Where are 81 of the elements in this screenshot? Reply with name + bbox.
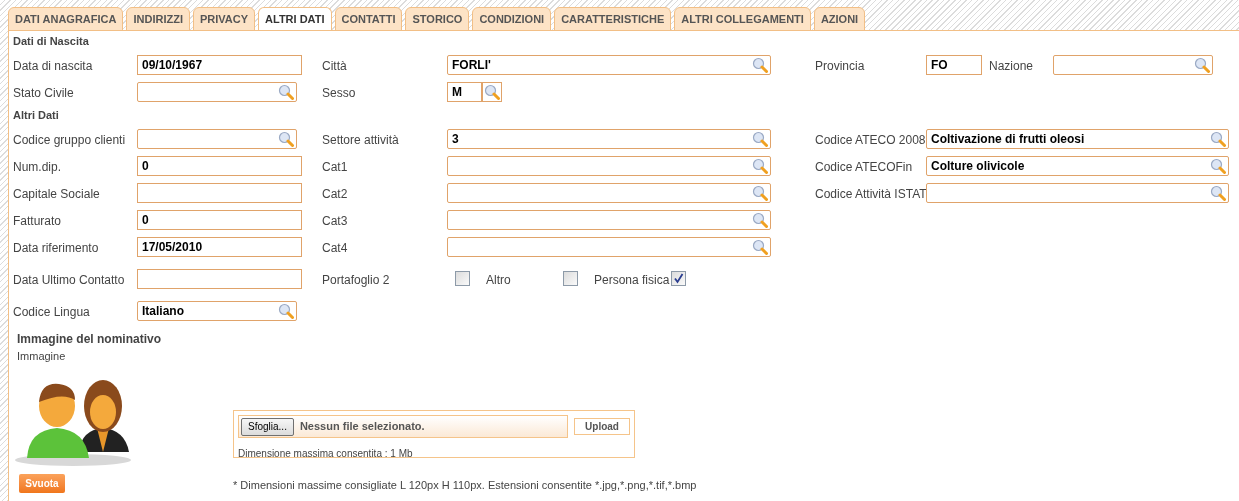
lookup-field[interactable]: Coltivazione di frutti oleosi [926, 128, 1229, 149]
tab[interactable]: ALTRI DATI [258, 7, 332, 31]
upload-button[interactable]: Upload [574, 418, 630, 435]
lookup-field[interactable] [926, 182, 1229, 203]
tab[interactable]: PRIVACY [192, 7, 256, 31]
tab[interactable]: INDIRIZZI [126, 7, 190, 31]
search-icon[interactable] [752, 130, 768, 147]
field-label: Cat2 [322, 186, 348, 201]
input-field[interactable] [137, 268, 302, 289]
input-field[interactable]: 0 [137, 155, 302, 176]
lookup-field[interactable] [1053, 54, 1213, 75]
field-label: Codice Lingua [13, 304, 90, 319]
field-label: Fatturato [13, 213, 62, 228]
tab[interactable]: AZIONI [813, 7, 866, 31]
browse-button[interactable]: Sfoglia... [241, 417, 294, 436]
tab[interactable]: CARATTERISTICHE [554, 7, 672, 31]
field-label: Stato Civile [13, 85, 74, 100]
lookup-field[interactable] [447, 182, 771, 203]
search-icon[interactable] [278, 83, 294, 100]
field-label: Codice Attività ISTAT [815, 186, 927, 201]
search-icon[interactable] [752, 211, 768, 228]
max-size-note: Dimensione massima consentita : 1 Mb [238, 448, 413, 459]
lookup-field[interactable] [447, 236, 771, 257]
dimensions-note: * Dimensioni massime consigliate L 120px H 110px. Estensioni consentite *.jpg,*.png,*.tif,*.bmp [233, 479, 697, 491]
field-label: Sesso [322, 85, 356, 100]
field-label: Data riferimento [13, 240, 99, 255]
input-field[interactable]: 09/10/1967 [137, 54, 302, 75]
field-label: Immagine [17, 348, 66, 364]
tab[interactable]: DATI ANAGRAFICA [8, 7, 124, 31]
section-title: Dati di Nascita [13, 33, 89, 49]
checkbox[interactable] [563, 271, 578, 286]
search-icon[interactable] [752, 56, 768, 73]
input-field[interactable]: M [447, 81, 482, 102]
search-icon[interactable] [1194, 56, 1210, 73]
input-field[interactable]: FO [926, 54, 982, 75]
field-label: Cat1 [322, 159, 348, 174]
search-icon[interactable] [752, 238, 768, 255]
lookup-field[interactable] [137, 81, 297, 102]
lookup-field[interactable]: Italiano [137, 300, 297, 321]
input-field[interactable]: 17/05/2010 [137, 236, 302, 257]
file-field[interactable]: Sfoglia... Nessun file selezionato. [238, 415, 568, 438]
field-label: Cat3 [322, 213, 348, 228]
section-title: Immagine del nominativo [17, 331, 162, 348]
field-label: Settore attività [322, 132, 399, 147]
field-label: Capitale Sociale [13, 186, 100, 201]
search-icon[interactable] [278, 130, 294, 147]
field-label: Nazione [989, 58, 1034, 73]
field-label: Data Ultimo Contatto [13, 272, 125, 287]
tab[interactable]: ALTRI COLLEGAMENTI [674, 7, 811, 31]
input-field[interactable]: 0 [137, 209, 302, 230]
field-label: Data di nascita [13, 58, 93, 73]
lookup-field[interactable] [447, 155, 771, 176]
lookup-field[interactable] [137, 128, 297, 149]
field-label: Cat4 [322, 240, 348, 255]
checkbox-label: Portafoglio 2 [322, 272, 390, 287]
lookup-field[interactable] [447, 209, 771, 230]
checkbox-label: Altro [486, 272, 511, 287]
checkbox-label: Persona fisica [594, 272, 670, 287]
checkbox[interactable] [671, 271, 686, 286]
file-status: Nessun file selezionato. [299, 419, 425, 435]
lookup-field[interactable]: FORLI' [447, 54, 771, 75]
search-icon[interactable] [752, 184, 768, 201]
input-field[interactable] [137, 182, 302, 203]
search-icon[interactable] [752, 157, 768, 174]
section-title: Altri Dati [13, 107, 59, 123]
lookup-field[interactable]: 3 [447, 128, 771, 149]
lookup-field[interactable]: Colture olivicole [926, 155, 1229, 176]
tab[interactable]: CONDIZIONI [472, 7, 552, 31]
field-label: Provincia [815, 58, 865, 73]
search-icon[interactable] [1210, 157, 1226, 174]
search-icon[interactable] [1210, 184, 1226, 201]
field-label: Codice gruppo clienti [13, 132, 126, 147]
field-label: Codice ATECOFin [815, 159, 913, 174]
field-label: Codice ATECO 2008 [815, 132, 926, 147]
field-label: Num.dip. [13, 159, 62, 174]
field-label: Città [322, 58, 347, 73]
tab[interactable]: STORICO [405, 7, 470, 31]
search-icon[interactable] [1210, 130, 1226, 147]
search-icon[interactable] [278, 302, 294, 319]
checkbox[interactable] [455, 271, 470, 286]
tab[interactable]: CONTATTI [334, 7, 403, 31]
